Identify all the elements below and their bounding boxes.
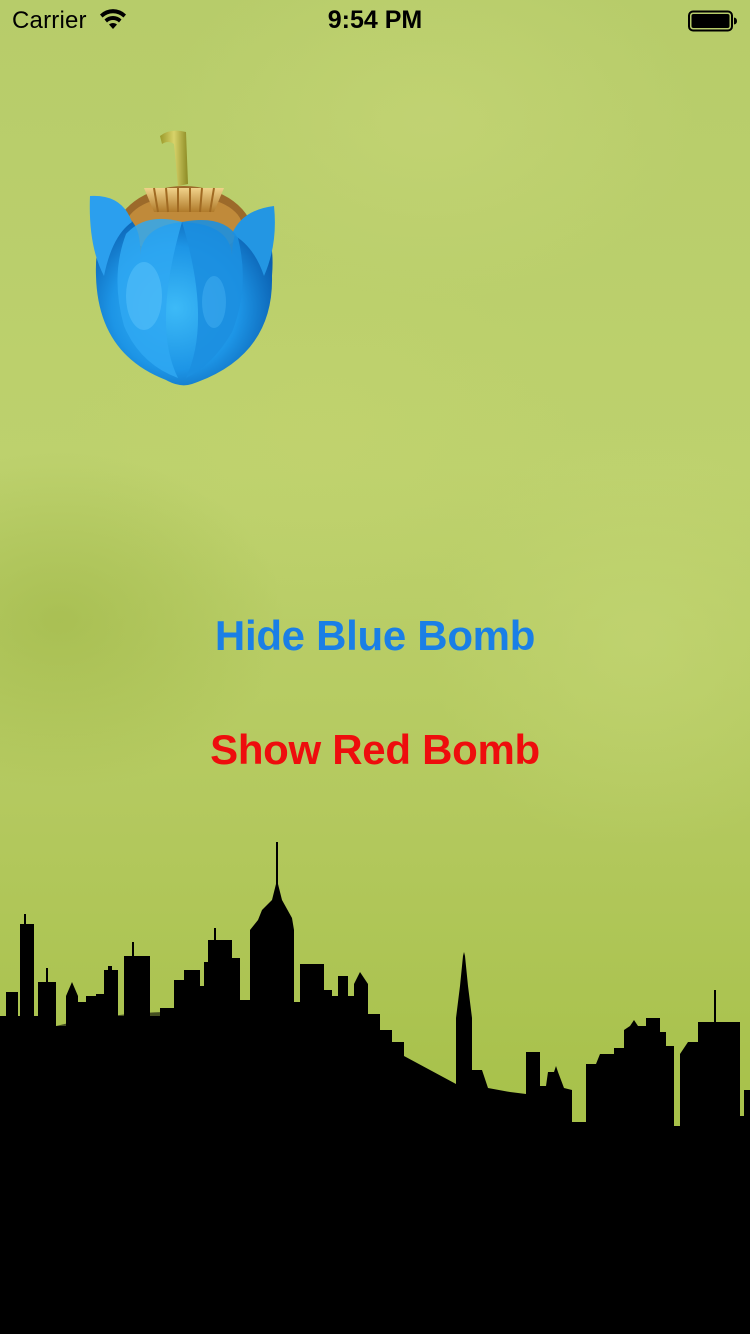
show-red-bomb-button[interactable]: Show Red Bomb (0, 726, 750, 774)
status-bar: Carrier 9:54 PM (0, 0, 750, 40)
blue-bomb-icon[interactable] (82, 126, 282, 390)
battery-full-icon (688, 10, 737, 32)
city-skyline-silhouette (0, 842, 750, 1334)
hide-blue-bomb-button[interactable]: Hide Blue Bomb (0, 612, 750, 660)
clock: 9:54 PM (327, 6, 423, 34)
